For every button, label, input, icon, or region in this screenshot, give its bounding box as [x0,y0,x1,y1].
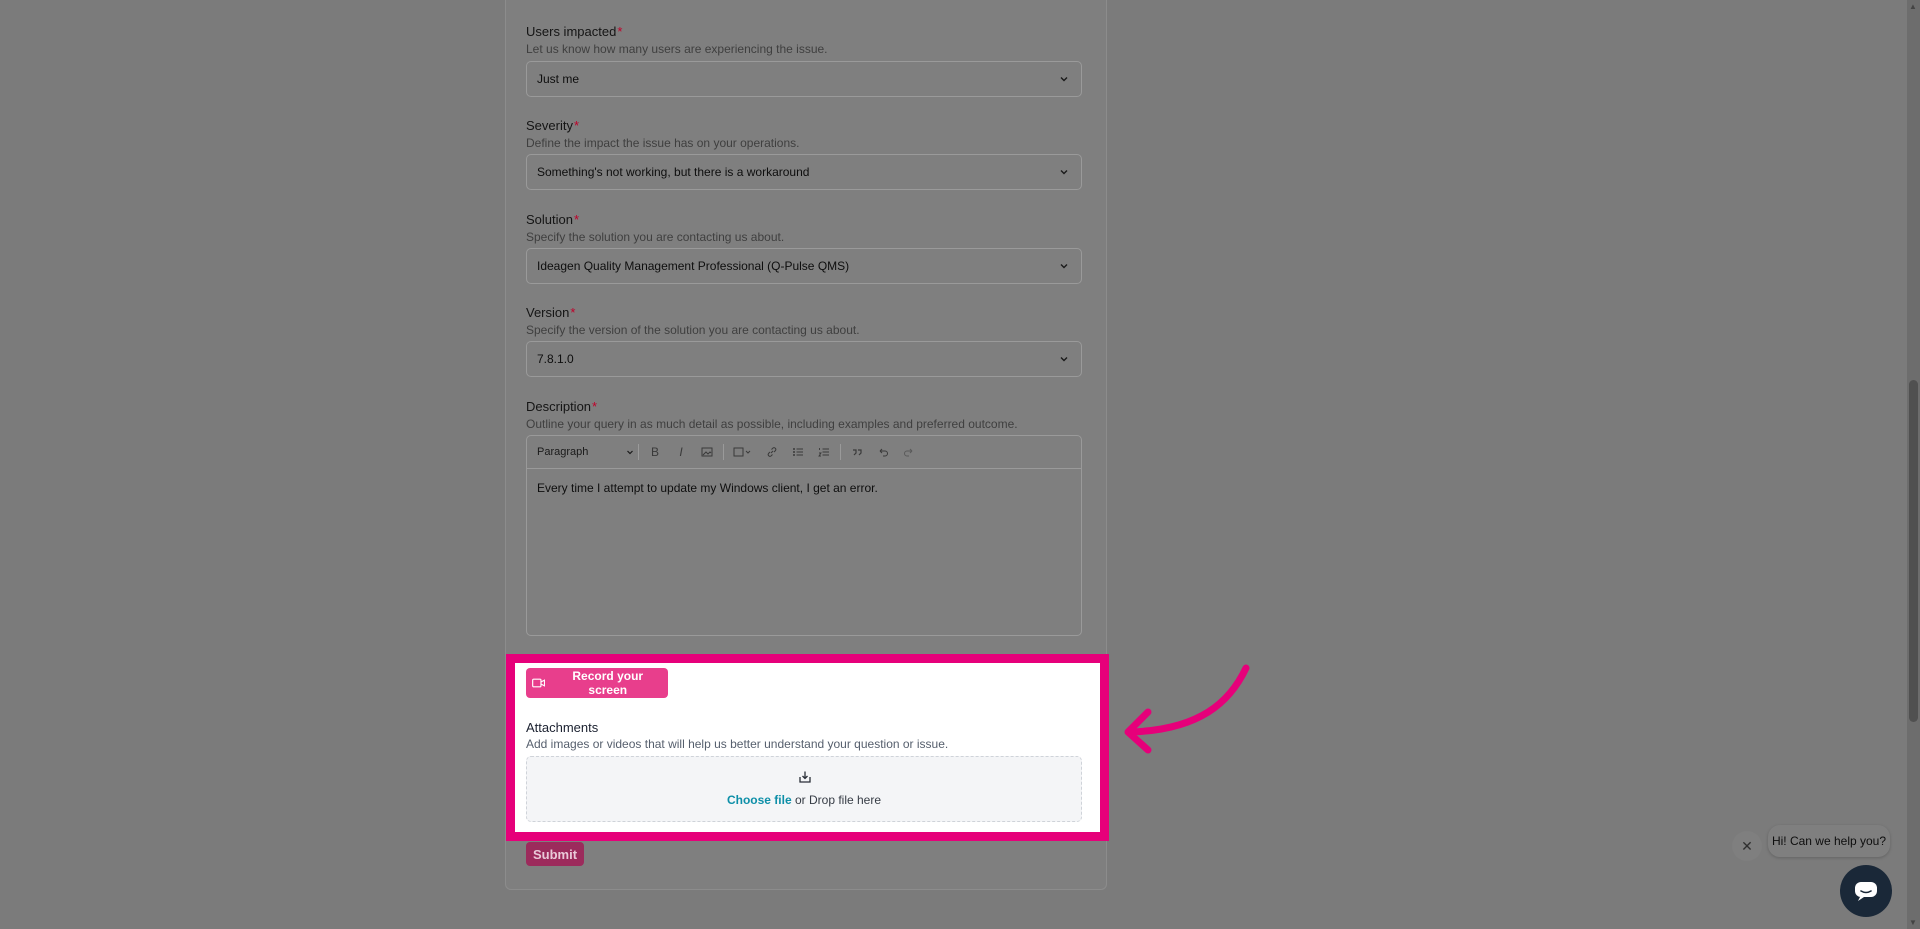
bold-icon: B [650,445,659,459]
description-editor[interactable]: Paragraph B I Every time I attempt to up… [526,435,1082,636]
description-help: Outline your query in as much detail as … [526,417,1018,431]
chat-close-button[interactable]: ✕ [1732,831,1762,861]
record-screen-button[interactable]: Record your screen [526,668,668,698]
italic-icon: I [679,445,683,459]
undo-button[interactable] [870,442,896,462]
users-impacted-label: Users impacted* [526,24,623,39]
version-value: 7.8.1.0 [537,352,574,366]
solution-select[interactable]: Ideagen Quality Management Professional … [526,248,1082,284]
chat-greeting-text: Hi! Can we help you? [1771,834,1887,848]
attachments-help: Add images or videos that will help us b… [526,737,949,751]
close-icon: ✕ [1741,837,1753,854]
numbered-list-icon [818,448,829,457]
undo-icon [879,448,888,457]
description-text: Every time I attempt to update my Window… [537,481,878,495]
dropzone-text: Choose file or Drop file here [527,793,1081,807]
video-camera-icon [532,678,546,688]
media-dropdown-button[interactable] [727,442,759,462]
quote-icon [853,449,862,456]
chevron-down-icon [1060,170,1068,175]
bulleted-list-button[interactable] [785,442,811,462]
chat-launcher-button[interactable] [1840,865,1892,917]
scroll-up-icon[interactable]: ▲ [1909,2,1917,11]
toolbar-divider [638,444,639,460]
chat-greeting-bubble[interactable]: Hi! Can we help you? [1768,825,1890,857]
description-label: Description* [526,399,598,414]
solution-value: Ideagen Quality Management Professional … [537,259,850,273]
bold-button[interactable]: B [642,442,668,462]
italic-button[interactable]: I [668,442,694,462]
scroll-down-icon[interactable]: ▼ [1909,918,1917,927]
chat-icon [1855,882,1877,901]
page-scrollbar[interactable]: ▲ ▼ [1907,0,1920,929]
severity-value: Something's not working, but there is a … [537,165,810,179]
severity-help: Define the impact the issue has on your … [526,136,800,150]
numbered-list-button[interactable] [811,442,837,462]
version-help: Specify the version of the solution you … [526,323,860,337]
solution-help: Specify the solution you are contacting … [526,230,785,244]
link-button[interactable] [759,442,785,462]
chevron-down-icon [1060,264,1068,269]
redo-icon [904,448,913,457]
chevron-down-icon [1060,357,1068,362]
upload-icon [799,771,811,783]
paragraph-style-label: Paragraph [537,446,589,458]
users-impacted-value: Just me [537,72,580,86]
choose-file-link[interactable]: Choose file [727,793,792,807]
severity-select[interactable]: Something's not working, but there is a … [526,154,1082,190]
file-dropzone[interactable]: Choose file or Drop file here [526,756,1082,822]
image-icon [701,447,713,457]
chevron-down-icon [1060,77,1068,82]
image-button[interactable] [694,442,720,462]
chevron-down-icon [627,450,633,455]
toolbar-divider [840,444,841,460]
users-impacted-select[interactable]: Just me [526,61,1082,97]
scrollbar-thumb[interactable] [1909,380,1918,722]
solution-label: Solution* [526,212,580,227]
version-label: Version* [526,305,576,320]
toolbar-divider [723,444,724,460]
link-icon [767,447,777,457]
drop-file-text: or Drop file here [791,793,882,807]
quote-button[interactable] [844,442,870,462]
editor-toolbar: Paragraph B I [527,436,1081,469]
bulleted-list-icon [793,448,803,456]
users-impacted-help: Let us know how many users are experienc… [526,42,828,56]
version-select[interactable]: 7.8.1.0 [526,341,1082,377]
attachments-label: Attachments [526,720,599,735]
paragraph-style-dropdown[interactable]: Paragraph [537,446,635,458]
media-icon [733,447,751,457]
redo-button[interactable] [896,442,922,462]
record-screen-label: Record your screen [572,669,644,697]
severity-label: Severity* [526,118,580,133]
annotation-arrow-icon [1124,664,1250,754]
submit-button[interactable]: Submit [526,842,584,866]
